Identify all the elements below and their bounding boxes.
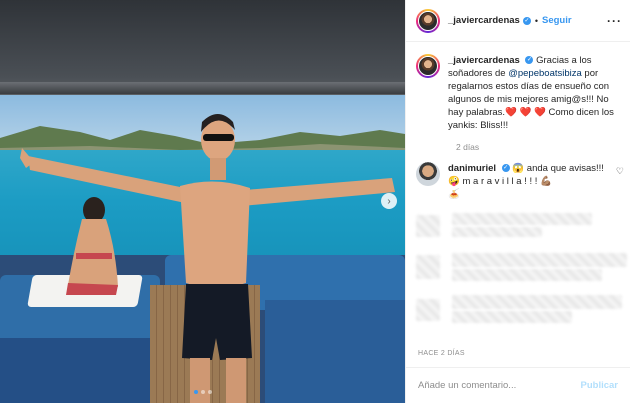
mention-link[interactable]: @pepeboatsibiza <box>508 68 582 79</box>
comments-section: _javiercardenas ✓ Gracias a los soñadore… <box>406 42 630 152</box>
next-photo-button[interactable]: › <box>381 193 397 209</box>
comment-text: danimuriel ✓ 😱 anda que avisas!!! 🤪 m a … <box>448 162 613 201</box>
caption-text: _javiercardenas ✓ Gracias a los soñadore… <box>448 54 620 132</box>
follow-button[interactable]: Seguir <box>542 15 572 26</box>
publish-button[interactable]: Publicar <box>581 380 619 391</box>
carousel-indicator <box>194 390 212 394</box>
hearts-emoji: ❤️ ❤️ ❤️ <box>505 107 546 118</box>
author-username[interactable]: _javiercardenas <box>448 15 520 26</box>
post-header: _javiercardenas ✓ • Seguir ··· <box>406 0 630 42</box>
commenter-avatar[interactable] <box>416 162 440 186</box>
author-avatar[interactable] <box>416 54 440 78</box>
verified-badge-icon: ✓ <box>501 164 510 173</box>
author-avatar[interactable] <box>416 8 440 33</box>
caption-author[interactable]: _javiercardenas <box>448 55 520 66</box>
caption: _javiercardenas ✓ Gracias a los soñadore… <box>416 54 620 132</box>
comment-input[interactable] <box>418 380 581 391</box>
add-comment-bar: Publicar <box>406 367 630 403</box>
more-options-button[interactable]: ··· <box>607 14 622 28</box>
caption-timestamp[interactable]: 2 días <box>456 142 620 152</box>
person-standing <box>20 114 395 403</box>
post-photo[interactable]: › <box>0 0 405 403</box>
verified-badge-icon: ✓ <box>525 56 534 65</box>
comment-emoji: 🍝 <box>448 189 460 200</box>
canopy-edge <box>0 82 405 94</box>
carousel-dot <box>201 390 205 394</box>
carousel-dot <box>194 390 198 394</box>
verified-badge-icon: ✓ <box>522 16 531 25</box>
post-details-panel: _javiercardenas ✓ • Seguir ··· _javierca… <box>405 0 630 403</box>
blurred-comment <box>416 293 630 327</box>
blurred-comment <box>416 251 630 285</box>
comment-item: danimuriel ✓ 😱 anda que avisas!!! 🤪 m a … <box>406 152 630 201</box>
separator: • <box>534 15 538 26</box>
post-date: HACE 2 DÍAS <box>418 350 465 357</box>
boat-canopy <box>0 0 405 95</box>
heart-outline-icon[interactable]: ♡ <box>616 166 624 177</box>
blurred-comment <box>416 209 630 243</box>
carousel-dot <box>208 390 212 394</box>
comment-author[interactable]: danimuriel <box>448 163 496 174</box>
chevron-right-icon: › <box>387 195 391 207</box>
